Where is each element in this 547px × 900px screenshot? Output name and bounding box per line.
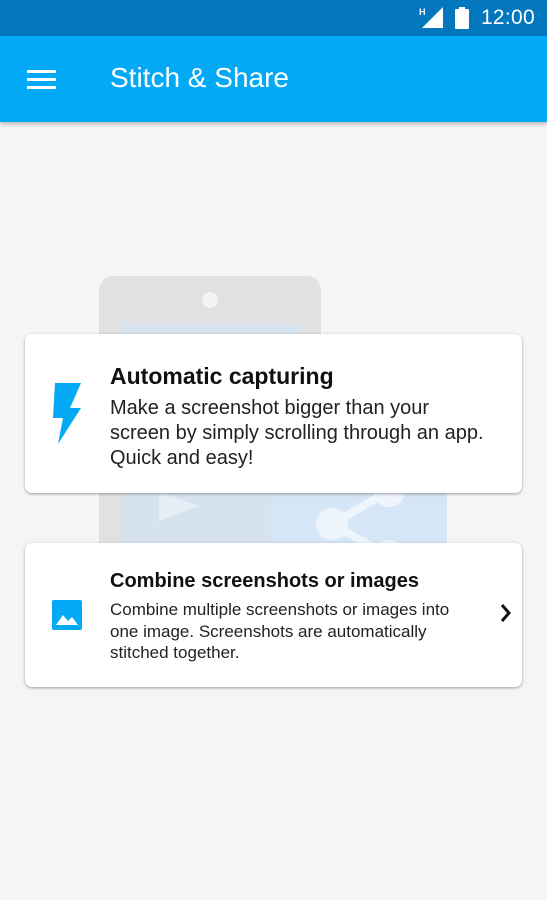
status-bar: H 12:00	[0, 0, 547, 36]
lightning-bolt-icon	[53, 383, 81, 444]
battery-icon	[455, 7, 469, 29]
chevron-right-icon[interactable]	[498, 601, 514, 625]
cell-signal-icon: H	[419, 7, 443, 28]
card-title: Combine screenshots or images	[110, 570, 419, 592]
automatic-capturing-card[interactable]: Automatic capturing Make a screenshot bi…	[25, 334, 522, 493]
card-title: Automatic capturing	[110, 363, 334, 389]
image-icon	[52, 600, 82, 630]
card-description: Combine multiple screenshots or images i…	[110, 600, 450, 662]
combine-screenshots-card[interactable]: Combine screenshots or images Combine mu…	[25, 543, 522, 687]
network-type-label: H	[419, 7, 426, 17]
card-description: Make a screenshot bigger than your scree…	[110, 397, 484, 469]
status-time: 12:00	[480, 6, 535, 29]
app-title: Stitch & Share	[110, 62, 289, 93]
hamburger-menu-icon	[27, 70, 56, 89]
menu-button[interactable]	[21, 62, 61, 98]
app-bar: Stitch & Share	[0, 36, 547, 122]
